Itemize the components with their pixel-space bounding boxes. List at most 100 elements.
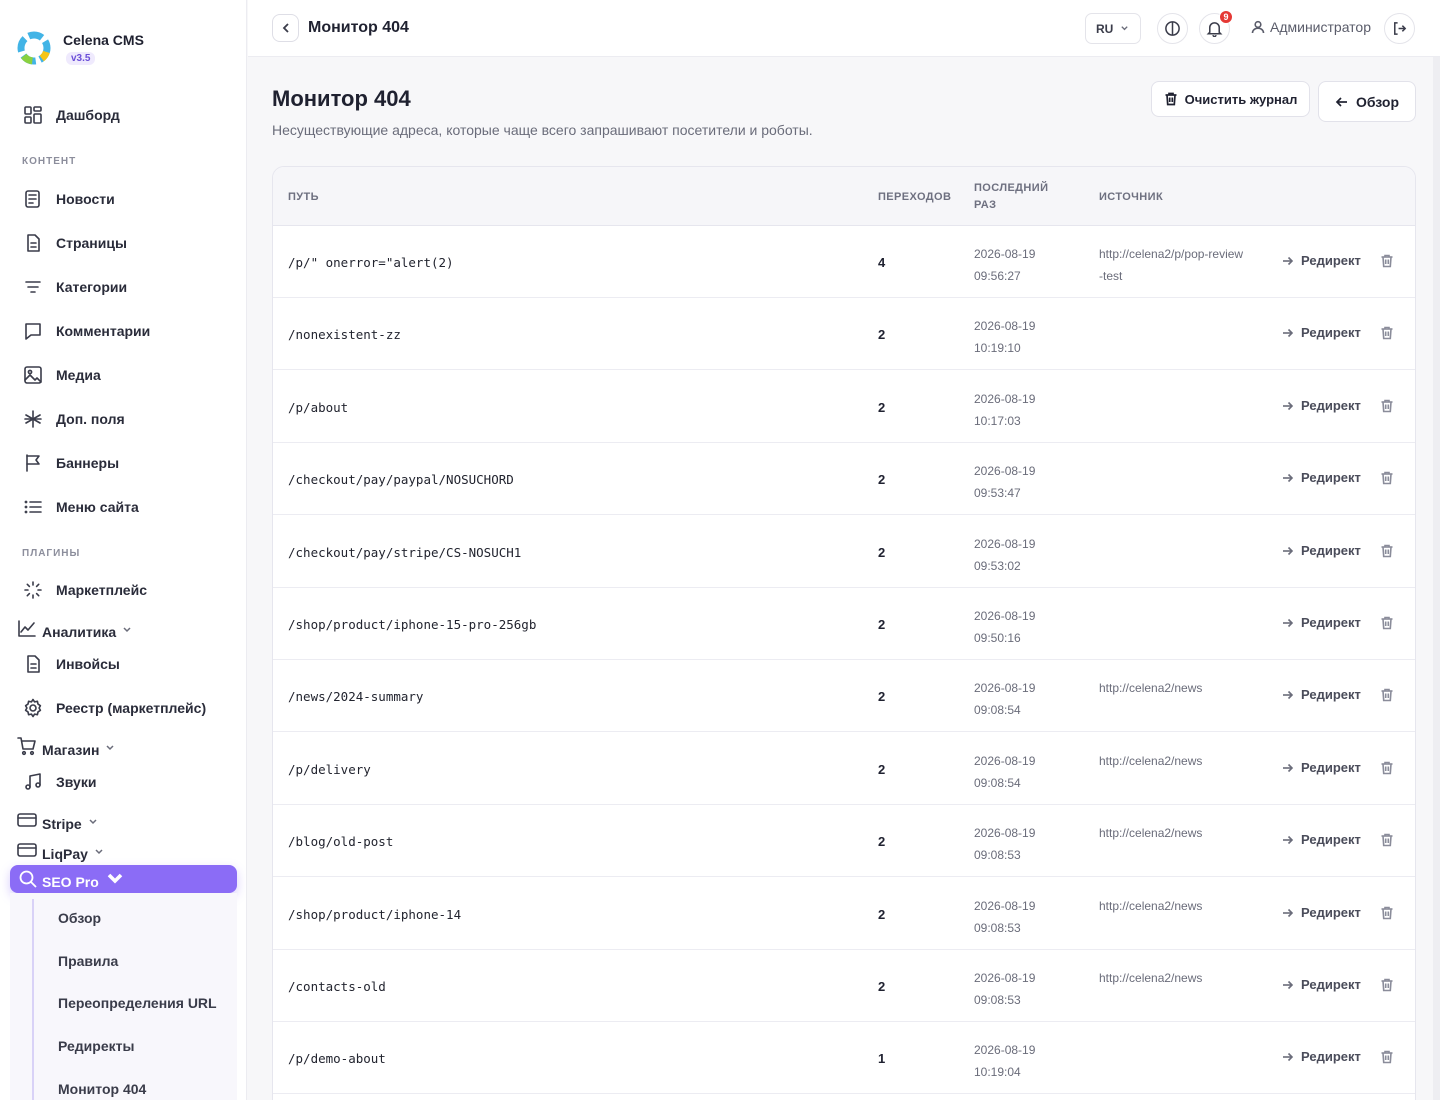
redirect-button[interactable]: Редирект: [1282, 832, 1361, 847]
last-seen-cell: 2026-08-19 09:08:54: [974, 750, 1074, 794]
arrow-right-icon: [1283, 1052, 1294, 1061]
credit-card-icon: [16, 839, 38, 861]
redirect-button[interactable]: Редирект: [1282, 543, 1361, 558]
sidebar-item-sounds[interactable]: Звуки: [22, 769, 96, 795]
redirect-button[interactable]: Редирект: [1282, 253, 1361, 268]
logout-button[interactable]: [1384, 13, 1415, 44]
column-header-path: ПУТЬ: [288, 191, 319, 203]
sidebar-item-label: Инвойсы: [56, 656, 120, 672]
redirect-button[interactable]: Редирект: [1282, 687, 1361, 702]
delete-button[interactable]: [1379, 687, 1395, 703]
monitor-404-table: ПУТЬ ПЕРЕХОДОВ ПОСЛЕДНИЙ РАЗ ИСТОЧНИК /p…: [272, 166, 1416, 1100]
source-cell[interactable]: http://celena2/news: [1099, 750, 1244, 772]
last-seen-cell: 2026-08-19 09:53:47: [974, 460, 1074, 504]
source-cell[interactable]: http://celena2/news: [1099, 822, 1244, 844]
music-note-icon: [22, 771, 44, 793]
delete-button[interactable]: [1379, 977, 1395, 993]
sidebar-item-label: LiqPay: [42, 846, 88, 862]
delete-button[interactable]: [1379, 1049, 1395, 1065]
delete-button[interactable]: [1379, 325, 1395, 341]
source-cell[interactable]: http://celena2/p/pop-review-test: [1099, 243, 1244, 287]
notifications-button[interactable]: 9: [1199, 10, 1233, 44]
last-seen-date: 2026-08-19: [974, 319, 1036, 333]
delete-button[interactable]: [1379, 905, 1395, 921]
language-value: RU: [1096, 21, 1114, 36]
sidebar-item-pages[interactable]: Страницы: [22, 230, 127, 256]
search-icon: [19, 870, 37, 888]
sidebar-item-media[interactable]: Медиа: [22, 362, 101, 388]
sidebar-item-categories[interactable]: Категории: [22, 274, 127, 300]
page-title: Монитор 404: [272, 86, 411, 111]
redirect-button[interactable]: Редирект: [1282, 615, 1361, 630]
path-cell: /blog/old-post: [288, 834, 394, 849]
delete-button[interactable]: [1379, 398, 1395, 414]
sidebar-item-banners[interactable]: Баннеры: [22, 450, 119, 476]
submenu-item-overview[interactable]: Обзор: [58, 910, 101, 926]
theme-toggle-button[interactable]: [1157, 13, 1188, 44]
last-seen-cell: 2026-08-19 09:50:16: [974, 605, 1074, 649]
last-seen-date: 2026-08-19: [974, 392, 1036, 406]
flag-icon: [22, 452, 44, 474]
path-cell: /checkout/pay/stripe/CS-NOSUCH1: [288, 545, 522, 560]
submenu-item-monitor-404[interactable]: Монитор 404: [58, 1081, 146, 1097]
chevron-down-icon: [123, 627, 131, 633]
sidebar-item-extra-fields[interactable]: Доп. поля: [22, 406, 125, 432]
sidebar-item-shop[interactable]: Магазин: [16, 733, 115, 759]
sidebar-item-label: Stripe: [42, 816, 82, 832]
sidebar-item-site-menu[interactable]: Меню сайта: [22, 494, 139, 520]
sidebar-item-news[interactable]: Новости: [22, 186, 115, 212]
delete-button[interactable]: [1379, 253, 1395, 269]
redirect-button[interactable]: Редирект: [1282, 470, 1361, 485]
table-row: /blog/old-post 2 2026-08-19 09:08:53 htt…: [273, 805, 1415, 877]
page-scrollbar[interactable]: [1433, 57, 1440, 1100]
redirect-button[interactable]: Редирект: [1282, 905, 1361, 920]
loader-icon: [22, 579, 44, 601]
last-seen-cell: 2026-08-19 09:08:53: [974, 967, 1074, 1011]
sidebar-item-comments[interactable]: Комментарии: [22, 318, 150, 344]
redirect-button[interactable]: Редирект: [1282, 1049, 1361, 1064]
trash-icon: [1381, 254, 1393, 268]
column-header-source: ИСТОЧНИК: [1099, 191, 1164, 203]
trash-icon: [1381, 833, 1393, 847]
brand[interactable]: Celena CMS v3.5: [16, 30, 144, 66]
version-badge: v3.5: [66, 52, 96, 65]
source-cell[interactable]: http://celena2/news: [1099, 895, 1244, 917]
last-seen-time: 09:08:53: [974, 921, 1021, 935]
delete-button[interactable]: [1379, 543, 1395, 559]
submenu-item-redirects[interactable]: Редиректы: [58, 1038, 134, 1054]
sidebar-item-registry[interactable]: Реестр (маркетплейс): [22, 695, 206, 721]
language-select[interactable]: RU: [1085, 13, 1141, 44]
source-cell[interactable]: http://celena2/news: [1099, 967, 1244, 989]
redirect-button[interactable]: Редирект: [1282, 760, 1361, 775]
redirect-button[interactable]: Редирект: [1282, 325, 1361, 340]
user-icon: [1251, 20, 1265, 34]
sidebar-item-seo-pro[interactable]: SEO Pro: [10, 865, 237, 893]
redirect-label: Редирект: [1301, 1049, 1361, 1064]
sidebar-item-marketplace[interactable]: Маркетплейс: [22, 577, 147, 603]
clear-log-button[interactable]: Очистить журнал: [1151, 81, 1310, 117]
user-menu[interactable]: Администратор: [1251, 19, 1371, 35]
delete-button[interactable]: [1379, 470, 1395, 486]
path-cell: /shop/product/iphone-15-pro-256gb: [288, 617, 537, 632]
hits-cell: 2: [878, 400, 886, 415]
delete-button[interactable]: [1379, 832, 1395, 848]
path-cell: /contacts-old: [288, 979, 386, 994]
redirect-button[interactable]: Редирект: [1282, 977, 1361, 992]
sidebar-item-liqpay[interactable]: LiqPay: [16, 837, 104, 863]
sidebar-item-analytics[interactable]: Аналитика: [16, 615, 132, 641]
sidebar-item-dashboard[interactable]: Дашборд: [22, 102, 120, 128]
redirect-button[interactable]: Редирект: [1282, 398, 1361, 413]
delete-button[interactable]: [1379, 760, 1395, 776]
back-button[interactable]: [272, 14, 299, 42]
delete-button[interactable]: [1379, 615, 1395, 631]
submenu-item-url-overrides[interactable]: Переопределения URL: [58, 995, 217, 1011]
arrow-right-icon: [1283, 473, 1294, 482]
path-cell: /news/2024-summary: [288, 689, 424, 704]
sidebar-item-invoices[interactable]: Инвойсы: [22, 651, 120, 677]
path-cell: /p/delivery: [288, 762, 371, 777]
sidebar-item-stripe[interactable]: Stripe: [16, 807, 98, 833]
source-cell[interactable]: http://celena2/news: [1099, 677, 1244, 699]
submenu-item-rules[interactable]: Правила: [58, 953, 118, 969]
overview-button[interactable]: Обзор: [1318, 81, 1416, 122]
table-row: /contacts-old 2 2026-08-19 09:08:53 http…: [273, 950, 1415, 1022]
